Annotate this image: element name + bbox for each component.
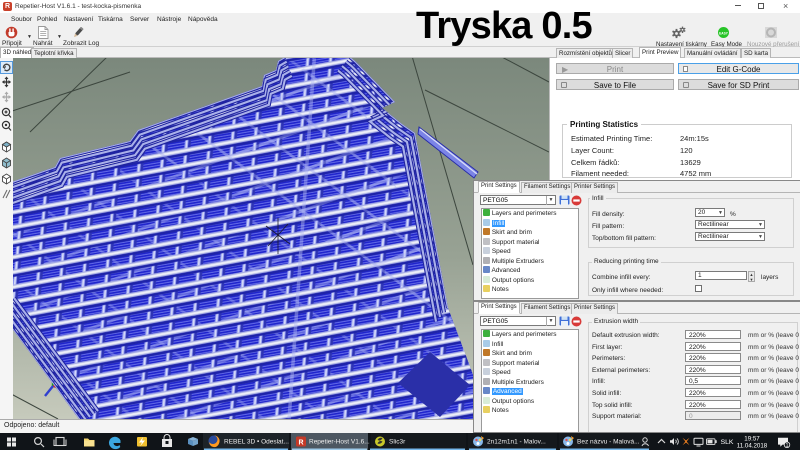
svg-text:Repetier-Host V1.6...: Repetier-Host V1.6... — [309, 439, 370, 446]
svg-text:EASY: EASY — [719, 32, 729, 36]
svg-text:1: 1 — [786, 443, 789, 449]
svg-text:SLK: SLK — [721, 439, 734, 446]
svg-text:R: R — [298, 440, 303, 447]
svg-text:2n12m1n1 - Malov...: 2n12m1n1 - Malov... — [487, 439, 546, 446]
svg-text:11.04.2018: 11.04.2018 — [737, 443, 768, 450]
svg-text:REBEL 3D • Odeslat...: REBEL 3D • Odeslat... — [224, 439, 289, 446]
svg-text:Slic3r: Slic3r — [389, 439, 406, 446]
svg-text:19:57: 19:57 — [744, 436, 760, 443]
svg-text:Bez názvu - Malová...: Bez názvu - Malová... — [577, 439, 640, 446]
